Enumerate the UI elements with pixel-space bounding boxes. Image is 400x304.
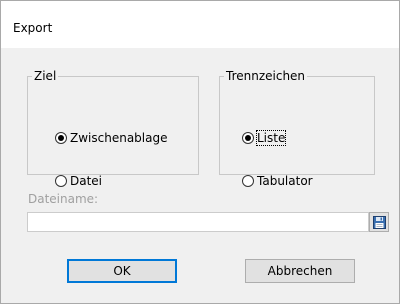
radio-zwischenablage-label[interactable]: Zwischenablage — [70, 131, 167, 145]
floppy-disk-icon — [372, 215, 386, 229]
radio-zwischenablage-indicator[interactable] — [55, 132, 67, 144]
ziel-group: Ziel Zwischenablage Datei — [27, 69, 199, 188]
radio-tabulator-label[interactable]: Tabulator — [257, 174, 313, 188]
radio-tabulator[interactable]: Tabulator — [242, 174, 313, 188]
cancel-button[interactable]: Abbrechen — [245, 259, 355, 283]
ok-button[interactable]: OK — [67, 259, 177, 283]
browse-button[interactable] — [369, 212, 389, 232]
ziel-legend-text: Ziel — [34, 69, 57, 83]
dialog-title: Export — [13, 21, 53, 35]
radio-liste-indicator[interactable] — [242, 132, 254, 144]
radio-datei-indicator[interactable] — [55, 175, 67, 187]
dialog-client-area: Ziel Zwischenablage Datei Trennzeichen L… — [1, 48, 399, 303]
trennzeichen-legend-text: Trennzeichen — [226, 69, 306, 83]
radio-liste[interactable]: Liste — [242, 130, 287, 146]
radio-zwischenablage[interactable]: Zwischenablage — [55, 131, 167, 145]
title-bar[interactable]: Export — [1, 1, 399, 48]
export-dialog: Export Ziel Zwischenablage Datei Trennze… — [0, 0, 400, 304]
filename-label: Dateiname: — [28, 192, 99, 206]
radio-tabulator-indicator[interactable] — [242, 175, 254, 187]
filename-input[interactable] — [27, 212, 369, 232]
radio-liste-label[interactable]: Liste — [255, 130, 287, 146]
radio-datei[interactable]: Datei — [55, 174, 102, 188]
ziel-legend: Ziel — [32, 69, 58, 83]
radio-datei-label[interactable]: Datei — [70, 174, 102, 188]
trennzeichen-group: Trennzeichen Liste Tabulator — [219, 69, 375, 188]
trennzeichen-legend: Trennzeichen — [224, 69, 307, 83]
